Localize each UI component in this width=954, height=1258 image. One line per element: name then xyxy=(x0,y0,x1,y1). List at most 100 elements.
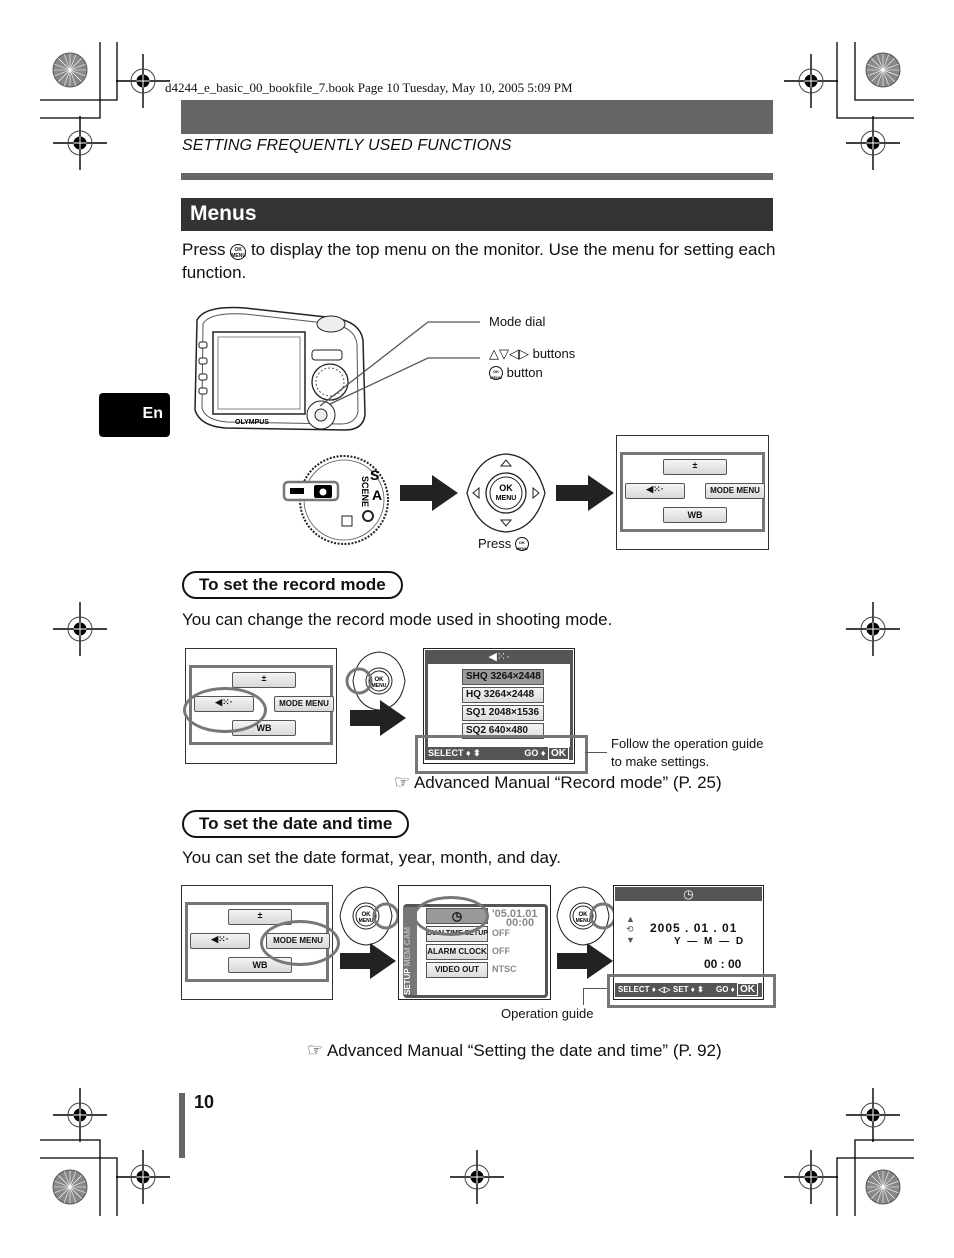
arrow-pad-illustration: OK MENU xyxy=(466,453,546,533)
operation-guide-callout: Operation guide xyxy=(501,1006,594,1021)
callout-leader xyxy=(583,988,584,1005)
tab-cam[interactable]: CAM xyxy=(403,927,412,945)
registration-mark xyxy=(52,601,108,657)
exposure-button: ± xyxy=(663,459,727,475)
reference-hand-icon: ☞ xyxy=(394,772,411,792)
language-tab: En xyxy=(99,393,170,437)
exposure-button: ± xyxy=(232,672,296,688)
date-time-reference: ☞ Advanced Manual “Setting the date and … xyxy=(307,1040,722,1061)
callout-leader xyxy=(585,752,607,753)
record-top-menu-screen: ± ◀⁙· MODE MENU WB xyxy=(183,648,337,764)
setup-value: NTSC xyxy=(492,964,517,974)
mode-dial-callout: Mode dial xyxy=(489,314,546,329)
svg-text:MENU: MENU xyxy=(372,683,387,689)
registration-mark xyxy=(115,1149,171,1205)
reference-text[interactable]: Advanced Manual “Record mode” (P. 25) xyxy=(414,773,722,792)
page-number-bar xyxy=(179,1093,185,1158)
registration-mark xyxy=(52,115,108,171)
guide-highlight-box xyxy=(415,735,588,774)
mode-dial-illustration: SCENE S A xyxy=(282,455,389,545)
highlight-ring xyxy=(260,920,340,966)
clock-time-value: 00 : 00 xyxy=(704,957,742,971)
record-mode-reference: ☞ Advanced Manual “Record mode” (P. 25) xyxy=(394,772,722,793)
star-target-mark xyxy=(52,52,88,88)
ok-menu-button-icon: OK MENU xyxy=(489,366,503,380)
registration-mark xyxy=(783,53,839,109)
star-target-mark xyxy=(52,1169,88,1205)
star-target-mark xyxy=(865,1169,901,1205)
guide-highlight-box xyxy=(607,974,776,1008)
record-mode-button: ◀⁙· xyxy=(625,483,685,499)
dial-s-label: S xyxy=(370,467,379,483)
record-option: SQ1 2048×1536 xyxy=(462,705,544,721)
arrow-pad-right-illustration: OK MENU xyxy=(339,886,400,946)
divider-bar xyxy=(181,173,773,180)
top-menu-lcd: ± ◀⁙· MODE MENU WB xyxy=(620,452,765,532)
registration-mark xyxy=(845,115,901,171)
star-target-mark xyxy=(865,52,901,88)
record-mode-description: You can change the record mode used in s… xyxy=(182,610,613,629)
arrow-icon xyxy=(350,700,406,736)
date-format-value: Y — M — D xyxy=(674,936,746,947)
arrow-icon xyxy=(556,475,614,511)
ok-button-callout-text: button xyxy=(506,365,543,380)
date-top-menu-screen: ± ◀⁙· MODE MENU WB xyxy=(181,885,340,1000)
dial-a-label: A xyxy=(372,487,382,503)
registration-mark xyxy=(449,1149,505,1205)
reference-text[interactable]: Advanced Manual “Setting the date and ti… xyxy=(327,1041,722,1060)
follow-guide-callout: Follow the operation guide to make setti… xyxy=(611,736,764,769)
record-mode-button: ◀⁙· xyxy=(190,933,250,949)
setup-item: ALARM CLOCK xyxy=(426,944,488,960)
book-file-line: d4244_e_basic_00_bookfile_7.book Page 10… xyxy=(165,80,573,95)
date-time-description: You can set the date format, year, month… xyxy=(182,848,561,867)
arrow-icon xyxy=(340,943,396,979)
page-number: 10 xyxy=(194,1092,215,1112)
intro-text-start: Press xyxy=(182,240,226,259)
dial-scene-label: SCENE xyxy=(360,476,370,507)
registration-mark xyxy=(115,53,171,109)
header-bar xyxy=(181,100,773,134)
mode-menu-button: MODE MENU xyxy=(274,696,334,712)
setup-value: OFF xyxy=(492,946,510,956)
arrow-icon xyxy=(400,475,458,511)
arrow-buttons-callout: △▽◁▷ buttons xyxy=(489,346,576,361)
press-ok-label: Press OK MENU xyxy=(478,536,529,551)
press-label-text: Press xyxy=(478,536,512,551)
clock-screen-title: ◷ xyxy=(615,887,762,901)
registration-mark xyxy=(845,1087,901,1143)
language-tab-label: En xyxy=(142,405,163,422)
registration-mark xyxy=(52,1087,108,1143)
setup-value: OFF xyxy=(492,928,510,938)
highlight-ring xyxy=(413,896,489,936)
reference-hand-icon: ☞ xyxy=(307,1040,324,1060)
pad-menu-label: MENU xyxy=(496,495,517,502)
section-label: SETTING FREQUENTLY USED FUNCTIONS xyxy=(182,137,512,154)
page-title: Menus xyxy=(190,202,257,225)
intro-text-end: to display the top menu on the monitor. … xyxy=(182,240,776,282)
setup-menu-screen: SETUP MEM CAM ◷ '05.01.01 00:00 DUALTIME… xyxy=(398,885,551,1000)
record-option: SHQ 3264×2448 xyxy=(462,669,544,685)
record-mode-screen-title: ◀⁙· xyxy=(425,650,573,664)
tab-setup[interactable]: SETUP xyxy=(403,968,412,995)
callout-leaders xyxy=(320,321,480,407)
svg-text:MENU: MENU xyxy=(576,918,591,924)
menus-title-bar: Menus xyxy=(181,198,773,231)
pad-ok-label: OK xyxy=(499,483,513,493)
clock-date-value: 2005 . 01 . 01 xyxy=(650,921,738,935)
intro-paragraph: Press OK MENU to display the top menu on … xyxy=(182,238,782,284)
ok-menu-button-icon: OK MENU xyxy=(230,244,247,260)
setup-item: VIDEO OUT xyxy=(426,962,488,978)
wb-button: WB xyxy=(663,507,727,523)
record-mode-heading: To set the record mode xyxy=(182,571,403,599)
ok-menu-button-icon: OK MENU xyxy=(514,537,529,551)
record-option: HQ 3264×2448 xyxy=(462,687,544,703)
tab-mem[interactable]: MEM xyxy=(403,947,412,966)
arrow-pad-right-illustration: OK MENU xyxy=(556,886,617,946)
highlight-ring xyxy=(183,687,267,733)
setup-value-time: 00:00 xyxy=(506,917,535,929)
registration-mark xyxy=(783,1149,839,1205)
camera-brand: OLYMPUS xyxy=(235,419,269,426)
mode-menu-button: MODE MENU xyxy=(705,483,765,499)
ok-button-callout: OK MENU button xyxy=(489,365,543,380)
svg-text:MENU: MENU xyxy=(359,918,374,924)
